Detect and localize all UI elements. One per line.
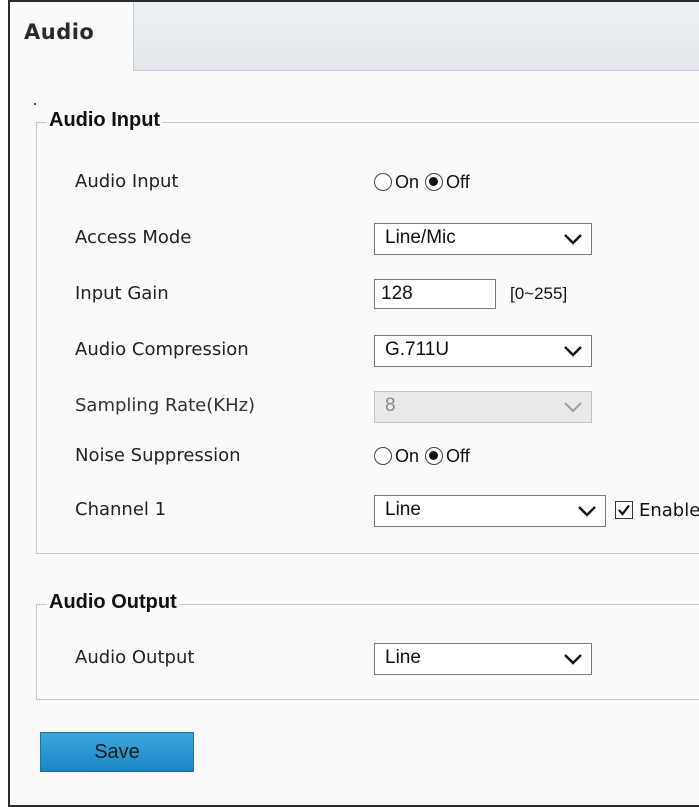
sampling-rate-value: 8 <box>385 395 396 416</box>
audio-output-label: Audio Output <box>75 647 195 668</box>
chevron-down-icon <box>564 234 582 245</box>
sampling-rate-label: Sampling Rate(KHz) <box>75 395 256 416</box>
input-gain-row: Input Gain 128 [0~255] <box>37 279 699 313</box>
save-button[interactable]: Save <box>40 732 194 772</box>
audio-output-legend: Audio Output <box>47 591 179 614</box>
audio-compression-select[interactable]: G.711U <box>374 335 592 367</box>
chevron-down-icon <box>578 506 596 517</box>
sampling-rate-row: Sampling Rate(KHz) 8 <box>37 391 699 425</box>
audio-input-on-label: On <box>395 171 420 192</box>
noise-suppression-radio-group: On Off <box>374 441 476 471</box>
chevron-down-icon <box>564 654 582 665</box>
checkmark-icon <box>618 504 630 516</box>
channel-1-enable-checkbox[interactable] <box>615 501 633 519</box>
audio-input-radio-group: On Off <box>374 167 476 197</box>
input-gain-label: Input Gain <box>75 283 169 304</box>
input-gain-value: 128 <box>381 283 413 304</box>
audio-output-group: Audio Output Audio Output Line <box>36 591 699 700</box>
input-gain-field[interactable]: 128 <box>374 279 496 309</box>
sampling-rate-select: 8 <box>374 391 592 423</box>
channel-1-enable-label: Enable <box>639 500 699 521</box>
audio-input-off-radio[interactable] <box>425 173 444 191</box>
audio-settings-panel: Audio Audio Input Audio Input On Off Acc… <box>8 0 699 807</box>
audio-input-legend: Audio Input <box>47 109 163 132</box>
access-mode-row: Access Mode Line/Mic <box>37 223 699 257</box>
input-gain-control: 128 [0~255] <box>374 279 567 313</box>
noise-suppression-row: Noise Suppression On Off <box>37 441 699 475</box>
chevron-down-icon <box>564 346 582 357</box>
audio-output-value: Line <box>385 647 421 668</box>
access-mode-value: Line/Mic <box>385 227 456 248</box>
noise-suppression-off-label: Off <box>446 445 470 466</box>
tab-audio-label: Audio <box>24 20 95 44</box>
audio-input-row: Audio Input On Off <box>37 167 699 201</box>
channel-1-value: Line <box>385 499 421 520</box>
access-mode-label: Access Mode <box>75 227 192 248</box>
audio-output-select[interactable]: Line <box>374 643 592 675</box>
audio-input-on-radio[interactable] <box>374 173 392 191</box>
audio-input-off-label: Off <box>446 171 470 192</box>
channel-1-control: Line Enable <box>374 495 699 529</box>
chevron-down-icon <box>564 402 582 413</box>
channel-1-row: Channel 1 Line Enable <box>37 495 699 529</box>
audio-compression-row: Audio Compression G.711U <box>37 335 699 369</box>
noise-suppression-off-radio[interactable] <box>425 447 444 465</box>
channel-1-select[interactable]: Line <box>374 495 606 527</box>
access-mode-select[interactable]: Line/Mic <box>374 223 592 255</box>
audio-compression-label: Audio Compression <box>75 339 249 360</box>
audio-input-group: Audio Input Audio Input On Off Access Mo… <box>36 109 699 554</box>
save-button-label: Save <box>94 740 140 763</box>
noise-suppression-on-label: On <box>395 445 420 466</box>
audio-input-label: Audio Input <box>75 171 179 192</box>
stray-dot <box>34 103 36 105</box>
audio-output-row: Audio Output Line <box>37 643 699 677</box>
tab-audio[interactable]: Audio <box>10 2 134 71</box>
channel-1-label: Channel 1 <box>75 499 167 520</box>
audio-compression-value: G.711U <box>385 339 450 360</box>
noise-suppression-label: Noise Suppression <box>75 445 241 466</box>
noise-suppression-on-radio[interactable] <box>374 447 392 465</box>
input-gain-range: [0~255] <box>510 284 568 303</box>
tab-bar: Audio <box>10 2 699 71</box>
